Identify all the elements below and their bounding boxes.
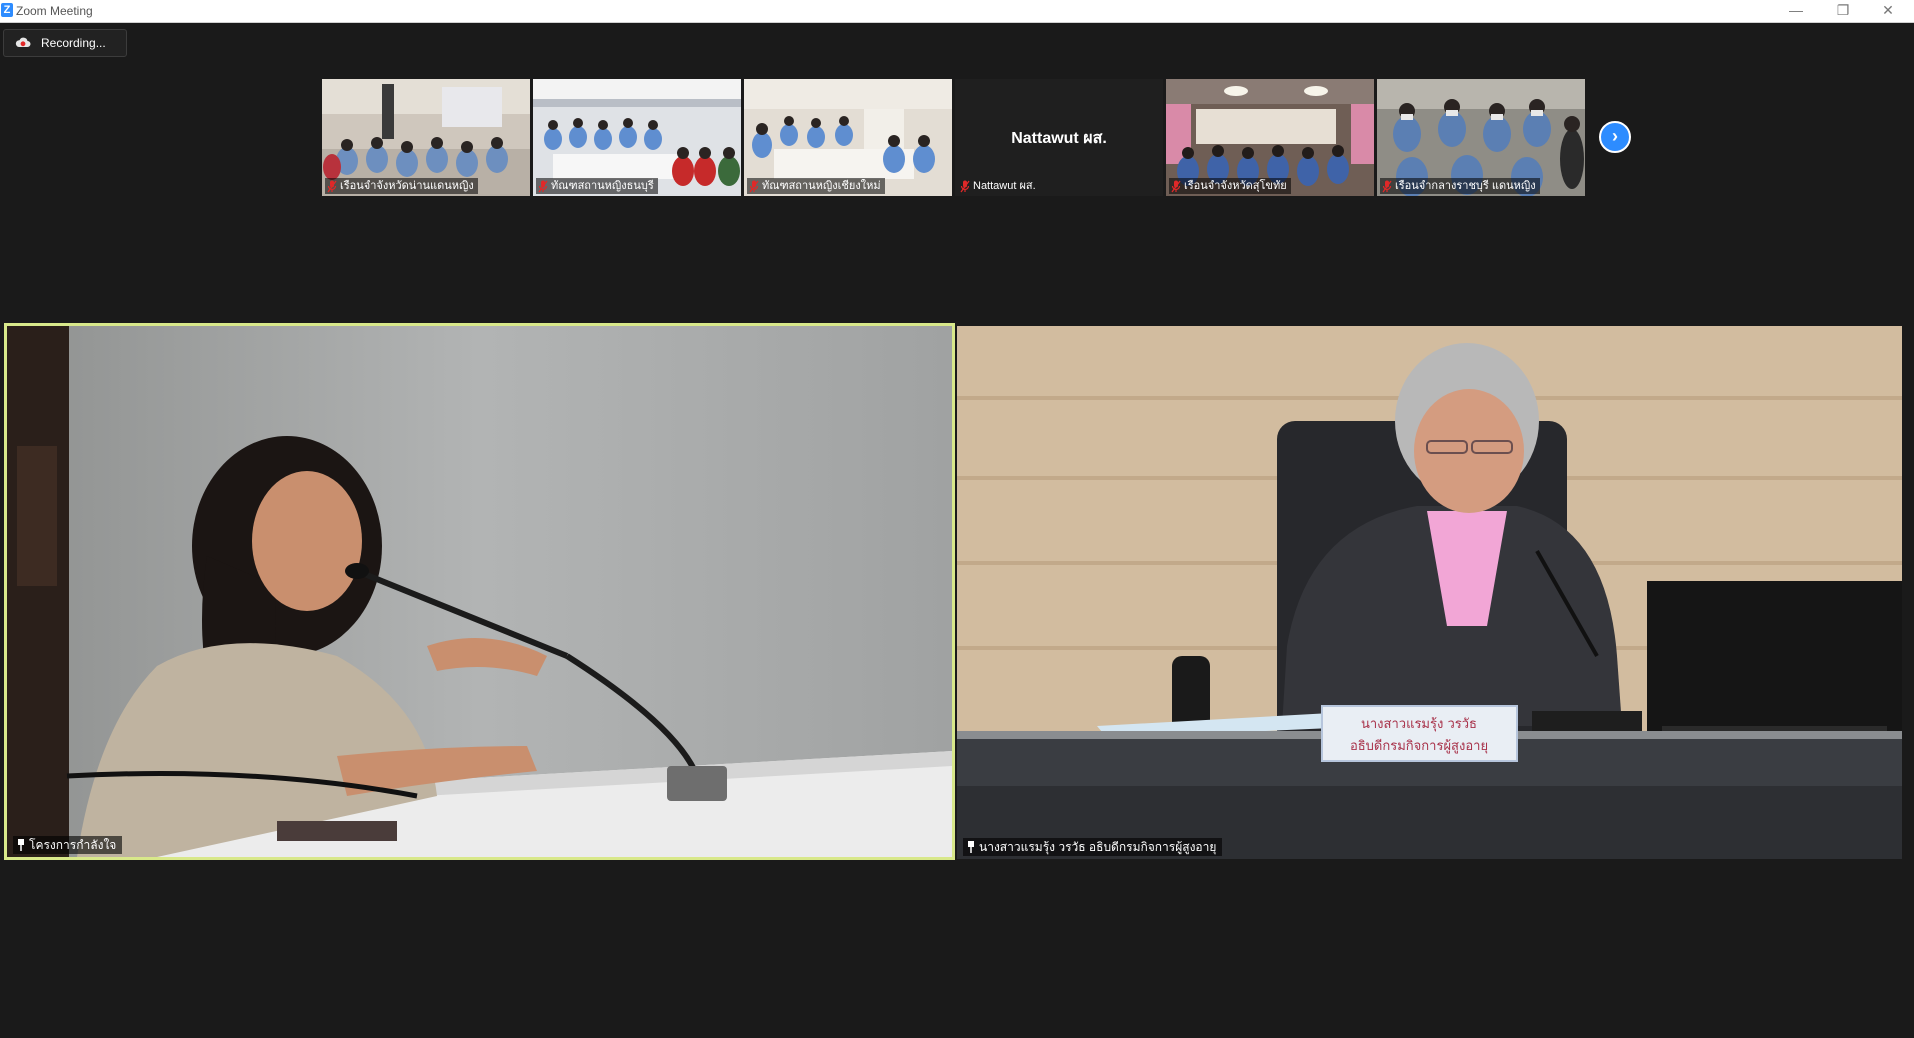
- close-button[interactable]: ✕: [1866, 0, 1910, 22]
- participant-video: [7, 326, 952, 857]
- window-title: Zoom Meeting: [16, 4, 93, 18]
- video-tile-active-speaker[interactable]: โครงการกำลังใจ: [4, 323, 955, 860]
- participant-name-tag: Nattawut ผส.: [958, 178, 1040, 194]
- participant-name-tag: ทัณฑสถานหญิงเชียงใหม่: [747, 178, 885, 194]
- participant-name-tag: เรือนจำจังหวัดน่านแดนหญิง: [325, 178, 478, 194]
- participant-name: นางสาวแรมรุ้ง วรวัธ อธิบดีกรมกิจการผู้สู…: [979, 840, 1217, 854]
- participant-thumbnail[interactable]: เรือนจำจังหวัดสุโขทัย: [1166, 79, 1374, 196]
- nameplate-line2: อธิบดีกรมกิจการผู้สูงอายุ: [1350, 738, 1488, 754]
- participant-name: เรือนจำจังหวัดน่านแดนหญิง: [340, 180, 474, 192]
- participant-thumbnail[interactable]: ทัณฑสถานหญิงธนบุรี: [533, 79, 741, 196]
- pin-icon: [968, 841, 974, 853]
- participant-name: ทัณฑสถานหญิงเชียงใหม่: [762, 180, 881, 192]
- participant-name-tag: เรือนจำจังหวัดสุโขทัย: [1169, 178, 1291, 194]
- mic-muted-icon: [1382, 180, 1392, 192]
- mic-muted-icon: [960, 180, 970, 192]
- mic-muted-icon: [1171, 180, 1181, 192]
- mic-muted-icon: [749, 180, 759, 192]
- participant-name: เรือนจำกลางราชบุรี แดนหญิง: [1395, 180, 1536, 192]
- cloud-record-icon: [15, 37, 31, 47]
- recording-indicator[interactable]: Recording...: [3, 29, 127, 57]
- participant-name-tag: โครงการกำลังใจ: [13, 836, 123, 854]
- mic-muted-icon: [538, 180, 548, 192]
- participant-thumbnail[interactable]: เรือนจำจังหวัดน่านแดนหญิง: [322, 79, 530, 196]
- participant-name-tag: เรือนจำกลางราชบุรี แดนหญิง: [1380, 178, 1540, 194]
- participant-name: ทัณฑสถานหญิงธนบุรี: [551, 180, 654, 192]
- chevron-right-icon: ›: [1612, 126, 1618, 146]
- next-page-button[interactable]: ›: [1599, 121, 1631, 153]
- participant-thumbnail[interactable]: ทัณฑสถานหญิงเชียงใหม่: [744, 79, 952, 196]
- video-tile[interactable]: นางสาวแรมรุ้ง วรวัธ อธิบดีกรมกิจการผู้สู…: [957, 326, 1902, 859]
- participant-thumbnail[interactable]: เรือนจำกลางราชบุรี แดนหญิง: [1377, 79, 1585, 196]
- participant-name-tag: นางสาวแรมรุ้ง วรวัธ อธิบดีกรมกิจการผู้สู…: [963, 838, 1223, 856]
- recording-label: Recording...: [41, 36, 106, 50]
- participant-name: โครงการกำลังใจ: [29, 838, 117, 852]
- participant-thumbnail[interactable]: Nattawut ผส. Nattawut ผส.: [955, 79, 1163, 196]
- zoom-logo-icon: Z: [1, 3, 13, 17]
- participant-name: Nattawut ผส.: [973, 180, 1036, 192]
- nameplate-line1: นางสาวแรมรุ้ง วรวัธ: [1361, 717, 1477, 732]
- participant-name-tag: ทัณฑสถานหญิงธนบุรี: [536, 178, 658, 194]
- restore-button[interactable]: ❐: [1821, 0, 1865, 22]
- participant-video: นางสาวแรมรุ้ง วรวัธ อธิบดีกรมกิจการผู้สู…: [957, 326, 1902, 859]
- participant-display-name: Nattawut ผส.: [1011, 130, 1107, 147]
- mic-muted-icon: [327, 180, 337, 192]
- pin-icon: [18, 839, 24, 851]
- title-bar: Z Zoom Meeting — ❐ ✕: [0, 0, 1914, 23]
- minimize-button[interactable]: —: [1774, 0, 1818, 22]
- participant-name: เรือนจำจังหวัดสุโขทัย: [1184, 180, 1287, 192]
